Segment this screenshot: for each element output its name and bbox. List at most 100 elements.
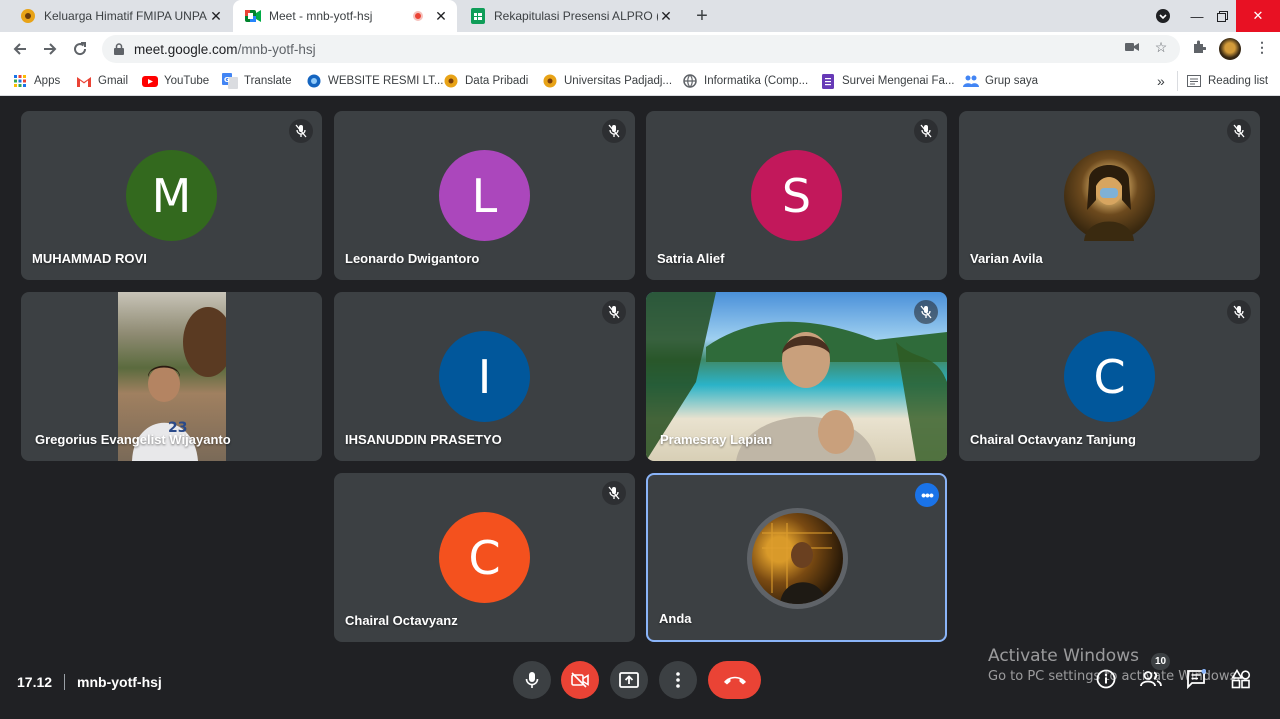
bookmark-label: Informatika (Comp... [704,75,809,87]
divider [64,674,66,690]
participant-tile[interactable]: 23 Gregorius Evangelist Wijayanto [21,292,322,461]
bookmark-label: Survei Mengenai Fa... [842,75,955,87]
participant-tile[interactable]: C Chairal Octavyanz [334,473,635,642]
bookmark-website-resmi[interactable]: WEBSITE RESMI LT... [306,71,443,91]
restore-icon[interactable] [1210,0,1234,32]
url-host: meet.google.com [134,41,238,57]
close-tab-icon[interactable]: ✕ [658,8,674,24]
participant-avatar: S [751,150,842,241]
participant-avatar: C [1064,331,1155,422]
bookmark-youtube[interactable]: YouTube [142,71,209,91]
close-tab-icon[interactable]: ✕ [208,8,224,24]
mic-off-icon [914,119,938,143]
reading-list-label: Reading list [1208,75,1269,87]
mic-off-icon [602,300,626,324]
self-avatar [747,508,848,609]
url-path: /mnb-yotf-hsj [237,41,316,57]
bookmark-label: YouTube [164,75,210,87]
mic-off-icon [602,119,626,143]
tab-search-icon[interactable] [1150,0,1176,32]
bookmark-survei[interactable]: Survei Mengenai Fa... [820,71,955,91]
bookmarks-overflow[interactable]: » [1157,71,1165,91]
video-off-icon [571,672,589,688]
forms-icon [820,73,836,89]
bookmark-informatika[interactable]: Informatika (Comp... [682,71,808,91]
bookmark-label: Apps [34,75,61,87]
address-bar[interactable]: meet.google.com/mnb-yotf-hsj [102,35,1180,63]
bookmark-label: WEBSITE RESMI LT... [328,75,444,87]
microphone-button[interactable] [513,661,551,699]
camera-icon[interactable] [1124,39,1140,55]
meet-icon [245,8,261,24]
tab-title: Keluarga Himatif FMIPA UNPAD [44,9,208,23]
bookmark-label: Gmail [98,75,129,87]
unpad-icon [443,73,459,89]
tab-title: Meet - mnb-yotf-hsj [269,9,373,23]
tab-rekapitulasi[interactable]: Rekapitulasi Presensi ALPRO (B) ✕ [458,0,682,32]
new-tab-button[interactable]: + [690,4,714,28]
meeting-time: 17.12 [17,674,53,690]
back-icon[interactable] [7,36,33,62]
microphone-icon [525,672,539,688]
bookmark-grup-saya[interactable]: Grup saya [963,71,1038,91]
forward-icon[interactable] [37,36,63,62]
extensions-icon[interactable] [1191,39,1207,55]
globe-icon [306,73,322,89]
minimize-icon[interactable]: — [1186,0,1208,32]
participant-tile[interactable]: Pramesray Lapian [646,292,947,461]
participant-tile[interactable]: S Satria Alief [646,111,947,280]
reload-icon[interactable] [67,36,93,62]
reading-list-icon [1186,73,1202,89]
menu-kebab-icon[interactable]: ⋮ [1254,39,1270,55]
more-options-icon[interactable] [659,661,697,699]
unpad-icon [542,73,558,89]
participant-avatar: M [126,150,217,241]
bookmark-label: Grup saya [985,75,1039,87]
participant-name: IHSANUDDIN PRASETYO [345,432,502,447]
more-options-button[interactable]: ••• [915,483,939,507]
bookmark-apps[interactable]: Apps [12,71,60,91]
translate-icon: G [222,73,238,89]
sheets-icon [470,8,486,24]
bookmarks-bar: Apps Gmail YouTube G Translate WEBSITE R… [0,66,1280,96]
tab-himatif[interactable]: Keluarga Himatif FMIPA UNPAD ✕ [8,0,232,32]
participant-name: MUHAMMAD ROVI [32,251,147,266]
tab-title: Rekapitulasi Presensi ALPRO (B) [494,9,658,23]
tab-meet[interactable]: Meet - mnb-yotf-hsj ✕ [233,0,457,32]
recording-icon [413,11,423,21]
participant-tile[interactable]: M MUHAMMAD ROVI [21,111,322,280]
bookmark-data-pribadi[interactable]: Data Pribadi [443,71,528,91]
participant-tile[interactable]: C Chairal Octavyanz Tanjung [959,292,1260,461]
profile-avatar[interactable] [1219,38,1241,60]
mic-off-icon [602,481,626,505]
bookmark-translate[interactable]: G Translate [222,71,292,91]
hang-up-icon [723,676,746,685]
bookmark-label: Translate [244,75,292,87]
participant-tile[interactable]: Varian Avila [959,111,1260,280]
end-call-button[interactable] [708,661,761,699]
close-tab-icon[interactable]: ✕ [433,8,449,24]
close-window-icon[interactable]: ✕ [1236,0,1280,32]
present-icon [619,672,639,688]
bookmark-unpad[interactable]: Universitas Padjadj... [542,71,672,91]
bookmark-star-icon[interactable]: ☆ [1153,39,1169,55]
participant-avatar: I [439,331,530,422]
participant-tile[interactable]: I IHSANUDDIN PRASETYO [334,292,635,461]
participant-name: Leonardo Dwigantoro [345,251,480,266]
self-tile[interactable]: ••• Anda [646,473,947,642]
globe-icon [682,73,698,89]
bookmark-label: Universitas Padjadj... [564,75,673,87]
watermark-title: Activate Windows [988,646,1139,666]
svg-text:G: G [224,76,230,84]
bookmark-gmail[interactable]: Gmail [76,71,128,91]
participant-avatar: C [439,512,530,603]
participant-name: Chairal Octavyanz Tanjung [970,432,1136,447]
meeting-details: 17.12 mnb-yotf-hsj [17,674,162,690]
present-screen-button[interactable] [610,661,648,699]
camera-off-button[interactable] [561,661,599,699]
tab-strip: Keluarga Himatif FMIPA UNPAD ✕ Meet - mn… [0,0,1280,32]
participant-tile[interactable]: L Leonardo Dwigantoro [334,111,635,280]
gmail-icon [76,73,92,89]
reading-list-button[interactable]: Reading list [1177,71,1268,91]
watermark-subtitle: Go to PC settings to activate Windows. [988,669,1241,684]
